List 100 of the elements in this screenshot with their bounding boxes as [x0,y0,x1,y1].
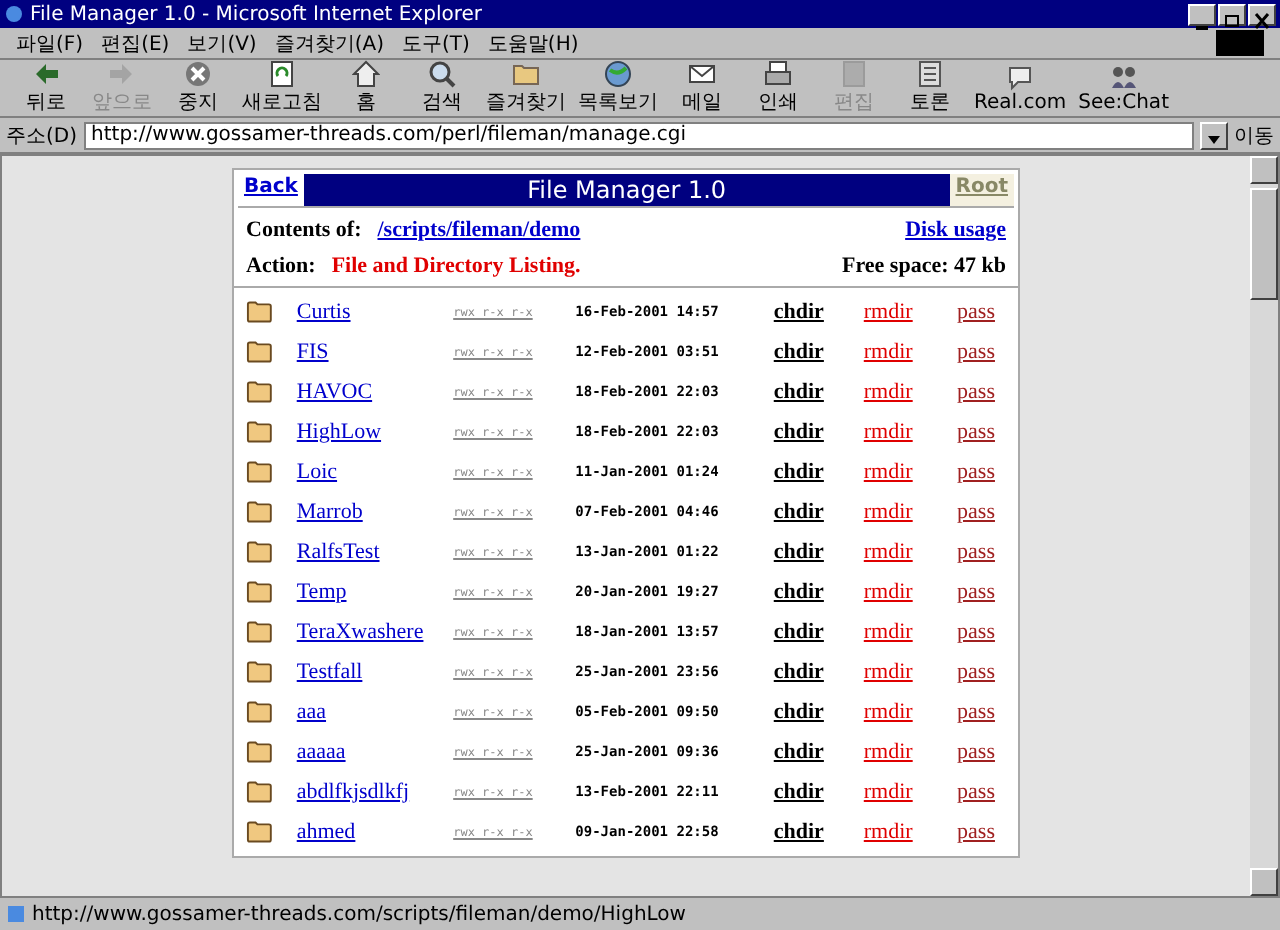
toolbar-button[interactable]: 뒤로 [8,60,84,116]
pass-link[interactable]: pass [934,460,1018,484]
rmdir-link[interactable]: rmdir [842,580,935,604]
chdir-link[interactable]: chdir [773,300,843,324]
menu-item[interactable]: 즐겨찾기(A) [274,29,384,57]
rmdir-link[interactable]: rmdir [842,500,935,524]
folder-icon [246,340,273,364]
folder-link[interactable]: aaa [296,700,454,724]
folder-icon [246,660,273,684]
toolbar-button[interactable]: 중지 [160,60,236,116]
address-field[interactable]: http://www.gossamer-threads.com/perl/fileman/manage.cgi [83,121,1194,149]
toolbar-button[interactable]: 토론 [892,60,968,116]
rmdir-link[interactable]: rmdir [842,660,935,684]
rmdir-link[interactable]: rmdir [842,740,935,764]
toolbar-button[interactable]: See:Chat [1072,60,1175,116]
close-icon [1250,11,1274,29]
folder-link[interactable]: TeraXwashere [296,620,454,644]
rmdir-link[interactable]: rmdir [842,820,935,844]
restore-icon [1220,11,1244,29]
rmdir-link[interactable]: rmdir [842,780,935,804]
go-button[interactable]: 이동 [1234,121,1274,149]
chdir-link[interactable]: chdir [773,660,843,684]
chdir-link[interactable]: chdir [773,340,843,364]
menu-item[interactable]: 도움말(H) [487,29,579,57]
pass-link[interactable]: pass [934,340,1018,364]
pass-link[interactable]: pass [934,660,1018,684]
chdir-link[interactable]: chdir [773,460,843,484]
toolbar-button[interactable]: 인쇄 [740,60,816,116]
toolbar-button[interactable]: 검색 [404,60,480,116]
chdir-link[interactable]: chdir [773,540,843,564]
toolbar-button[interactable]: 메일 [664,60,740,116]
folder-link[interactable]: RalfsTest [296,540,454,564]
folder-link[interactable]: Marrob [296,500,454,524]
toolbar-button[interactable]: 홈 [328,60,404,116]
chdir-link[interactable]: chdir [773,620,843,644]
folder-link[interactable]: Temp [296,580,454,604]
chdir-link[interactable]: chdir [773,500,843,524]
folder-icon [246,580,273,604]
toolbar-button[interactable]: Real.com [968,60,1073,116]
menu-item[interactable]: 파일(F) [16,29,84,57]
pass-link[interactable]: pass [934,820,1018,844]
folder-link[interactable]: FIS [296,340,454,364]
pass-link[interactable]: pass [934,700,1018,724]
chdir-link[interactable]: chdir [773,820,843,844]
restore-button[interactable] [1218,3,1246,25]
rmdir-link[interactable]: rmdir [842,380,935,404]
pass-link[interactable]: pass [934,380,1018,404]
pass-link[interactable]: pass [934,300,1018,324]
menu-item[interactable]: 편집(E) [101,29,170,57]
pass-link[interactable]: pass [934,620,1018,644]
chdir-link[interactable]: chdir [773,380,843,404]
dropdown-button[interactable] [1200,121,1228,149]
folder-link[interactable]: ahmed [296,820,454,844]
rmdir-link[interactable]: rmdir [842,420,935,444]
folder-link[interactable]: aaaaa [296,740,454,764]
chdir-link[interactable]: chdir [773,740,843,764]
folder-link[interactable]: HAVOC [296,380,454,404]
folder-link[interactable]: Loic [296,460,454,484]
pass-link[interactable]: pass [934,580,1018,604]
pass-link[interactable]: pass [934,500,1018,524]
pass-link[interactable]: pass [934,740,1018,764]
action-text: File and Directory Listing. [331,254,581,278]
toolbar-button[interactable]: 즐겨찾기 [480,60,572,116]
rmdir-link[interactable]: rmdir [842,540,935,564]
pass-link[interactable]: pass [934,540,1018,564]
rmdir-link[interactable]: rmdir [842,620,935,644]
path-link[interactable]: /scripts/fileman/demo [377,218,581,242]
globe-icon [604,60,632,88]
people-icon [1109,63,1138,91]
minimize-button[interactable] [1188,3,1216,25]
chdir-link[interactable]: chdir [773,580,843,604]
pass-link[interactable]: pass [934,420,1018,444]
toolbar-button[interactable]: 목록보기 [572,60,664,116]
toolbar-button[interactable]: 새로고침 [236,60,328,116]
menu-item[interactable]: 도구(T) [402,29,470,57]
page-title: File Manager 1.0 [303,174,950,206]
folder-link[interactable]: HighLow [296,420,454,444]
scrollbar[interactable] [1250,156,1278,896]
refresh-page-icon [268,60,296,88]
chdir-link[interactable]: chdir [773,420,843,444]
rmdir-link[interactable]: rmdir [842,300,935,324]
action-label: Action: [246,254,316,278]
close-button[interactable] [1248,3,1276,25]
speech-bubble-icon [1006,63,1035,91]
pass-link[interactable]: pass [934,780,1018,804]
folder-link[interactable]: Testfall [296,660,454,684]
disk-usage-link[interactable]: Disk usage [905,218,1006,242]
rmdir-link[interactable]: rmdir [842,340,935,364]
folder-link[interactable]: Curtis [296,300,454,324]
rmdir-link[interactable]: rmdir [842,700,935,724]
printer-icon [764,60,792,88]
status-text: http://www.gossamer-threads.com/scripts/fileman/demo/HighLow [32,903,686,925]
chdir-link[interactable]: chdir [773,700,843,724]
browser-icon [4,4,24,24]
folder-icon [246,540,273,564]
home-icon [352,60,380,88]
folder-link[interactable]: abdlfkjsdlkfj [296,780,454,804]
rmdir-link[interactable]: rmdir [842,460,935,484]
menu-item[interactable]: 보기(V) [187,29,257,57]
chdir-link[interactable]: chdir [773,780,843,804]
